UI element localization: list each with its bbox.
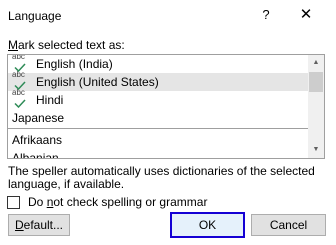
language-list-items: abc English (India) abc English (United … (8, 55, 310, 159)
list-label-mnemonic: M (8, 38, 18, 52)
no-proofing-checkbox-label[interactable]: Do not check spelling or grammar (28, 195, 207, 209)
list-item-label: Albanian (12, 151, 59, 159)
spelling-check-icon: abc (12, 88, 28, 109)
close-button[interactable]: ✕ (293, 4, 319, 26)
list-scrollbar[interactable]: ▲ ▼ (308, 55, 324, 158)
list-item-label: Afrikaans (12, 133, 63, 147)
scroll-down-arrow-icon[interactable]: ▼ (308, 142, 324, 158)
cancel-button[interactable]: Cancel (251, 214, 326, 236)
language-list-label: Mark selected text as: (8, 38, 125, 52)
speller-info-text: The speller automatically uses dictionar… (8, 164, 315, 191)
help-button[interactable]: ? (255, 4, 277, 26)
ok-button[interactable]: OK (170, 212, 245, 238)
list-item-japanese[interactable]: Japanese (8, 109, 310, 127)
list-divider (8, 128, 310, 129)
list-item-hindi[interactable]: abc Hindi (8, 88, 310, 109)
default-button[interactable]: Default... (8, 214, 70, 236)
list-item-afrikaans[interactable]: Afrikaans (8, 131, 310, 149)
list-item-english-india[interactable]: abc English (India) (8, 55, 310, 73)
no-proofing-checkbox[interactable] (7, 195, 20, 209)
dialog-title: Language (8, 9, 62, 23)
list-item-english-united-states[interactable]: abc English (United States) (8, 70, 310, 91)
scroll-up-arrow-icon[interactable]: ▲ (308, 55, 324, 71)
list-item-label: English (India) (36, 57, 113, 71)
scroll-thumb[interactable] (309, 72, 323, 92)
list-item-label: Hindi (36, 93, 64, 107)
language-dialog: Language ? ✕ Mark selected text as: abc … (0, 0, 336, 245)
list-label-text: ark selected text as: (18, 38, 125, 52)
language-listbox[interactable]: abc English (India) abc English (United … (7, 54, 325, 159)
list-item-albanian[interactable]: Albanian (8, 149, 310, 159)
list-item-label: English (United States) (36, 75, 159, 89)
list-item-label: Japanese (12, 111, 65, 125)
no-proofing-checkbox-row[interactable]: Do not check spelling or grammar (7, 195, 207, 209)
